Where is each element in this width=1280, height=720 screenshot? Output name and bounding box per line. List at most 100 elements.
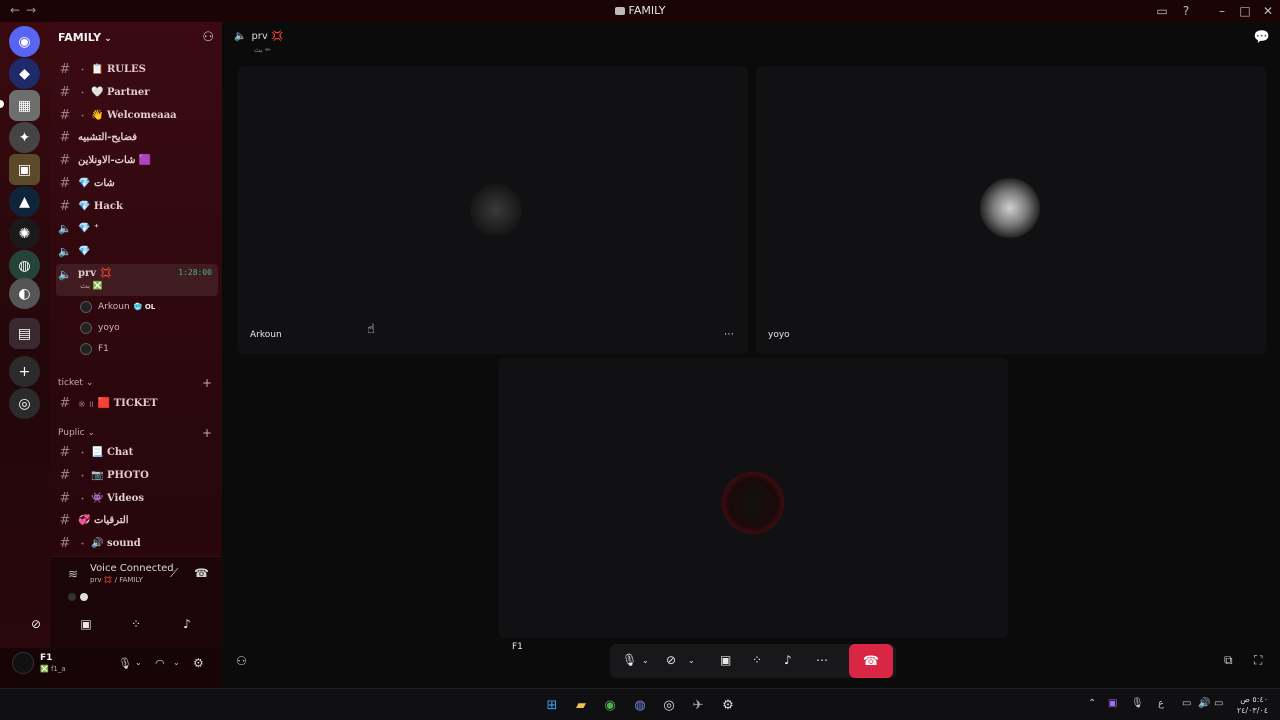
chrome-icon[interactable]: ◉ [601, 696, 619, 714]
chevron-down-icon[interactable]: ⌄ [135, 658, 142, 667]
active-voice-channel[interactable]: 🔈 prv 💢 1:28:00 بث ❎ [56, 264, 218, 296]
popout-icon[interactable]: ⧉ [1224, 653, 1233, 668]
channel-item[interactable]: # 💎 Hack [56, 196, 218, 216]
chat-icon[interactable]: 💬 [1254, 30, 1270, 45]
server-icon[interactable]: ✺ [9, 218, 40, 249]
channel-item[interactable]: # ※ ॥ 🟥 TICKET [56, 393, 218, 413]
add-member-icon[interactable]: ⚇ [202, 30, 214, 45]
guild-header[interactable]: FAMILY ⌄ [58, 31, 112, 44]
microphone-icon[interactable]: 🎙 [622, 653, 637, 667]
microphone-icon[interactable]: 🎙 [1131, 698, 1144, 709]
signal-icon[interactable]: ≋ [68, 567, 78, 581]
channel-item[interactable]: # ・ 🔊 sound [56, 533, 218, 553]
channel-item[interactable]: # شات-الاونلاين 🟪 [56, 150, 218, 170]
avatar[interactable] [12, 652, 34, 674]
channel-item[interactable]: # ・ 👾 Videos [56, 488, 218, 508]
server-active-pill [0, 100, 4, 108]
chevron-down-icon[interactable]: ⌄ [688, 656, 695, 665]
discord-icon[interactable]: ◍ [631, 696, 649, 714]
server-icon[interactable]: ▲ [9, 186, 40, 217]
soundboard-icon[interactable]: ♪ [179, 617, 195, 633]
camera-off-icon[interactable]: ⊘ [666, 653, 676, 667]
category-puplic[interactable]: Puplic ⌄ [58, 428, 95, 438]
server-icon[interactable]: ◍ [9, 250, 40, 281]
server-icon[interactable]: ▣ [9, 154, 40, 185]
noise-suppression-icon[interactable]: ⟋ [170, 566, 178, 581]
voice-status-subtitle[interactable]: prv 💢 / FAMILY [90, 576, 143, 584]
add-server-icon[interactable]: + [9, 356, 40, 387]
gear-icon[interactable]: ⚙ [193, 656, 204, 670]
disconnect-icon[interactable]: ☎ [194, 566, 209, 580]
channel-bullet: ・ [78, 471, 88, 482]
channel-bullet: ・ [78, 539, 88, 550]
activities-icon[interactable]: ⁘ [128, 617, 144, 633]
hash-icon: # [59, 467, 71, 483]
steam-icon[interactable]: ✈ [689, 696, 707, 714]
volume-icon[interactable]: 🔊 [1198, 698, 1210, 709]
avatar [68, 593, 76, 601]
add-channel-icon[interactable]: + [202, 376, 212, 390]
screen-share-icon[interactable]: ▣ [720, 653, 731, 667]
channel-item[interactable]: # 💞 الترقيات [56, 510, 218, 530]
speaker-icon: 🔈 [58, 268, 72, 281]
voice-member-yoyo[interactable]: yoyo [80, 319, 120, 337]
category-ticket[interactable]: ticket ⌄ [58, 378, 93, 388]
soundboard-icon[interactable]: ♪ [784, 653, 792, 667]
start-icon[interactable]: ⊞ [543, 696, 561, 714]
microphone-icon[interactable]: 🎙 [118, 657, 132, 670]
channel-item[interactable]: # ・ 🤍 Partner [56, 82, 218, 102]
video-tile-f1[interactable]: F1 [498, 358, 1008, 652]
activities-icon[interactable]: ⁘ [752, 653, 762, 667]
video-tile-arkoun[interactable]: Arkoun ⋯ [238, 66, 748, 354]
more-options-icon[interactable]: ⋯ [724, 329, 734, 340]
settings-icon[interactable]: ⚙ [719, 696, 737, 714]
channel-item[interactable]: # 💎 شات [56, 173, 218, 193]
server-icon[interactable]: ▦ [9, 90, 40, 121]
server-icon [614, 7, 625, 15]
tray-app-icon[interactable]: ▣ [1108, 698, 1117, 709]
language-icon[interactable]: ع [1158, 698, 1164, 709]
channel-item[interactable]: # ・ 📋 RULES [56, 59, 218, 79]
chevron-down-icon: ⌄ [85, 378, 94, 388]
call-topic[interactable]: بث ✏ [254, 46, 271, 54]
channel-item[interactable]: # ・ 👋 Welcomeaaa [56, 105, 218, 125]
maximize-icon[interactable]: □ [1237, 3, 1253, 19]
channel-label: 💞 الترقيات [78, 514, 129, 526]
chevron-down-icon[interactable]: ⌄ [642, 656, 649, 665]
channel-item[interactable]: # ・ 📃 Chat [56, 442, 218, 462]
fullscreen-icon[interactable]: ⛶ [1254, 653, 1262, 668]
app-icon[interactable]: ◎ [660, 696, 678, 714]
voice-member-arkoun[interactable]: Arkoun 🥶 OL [80, 298, 155, 316]
close-icon[interactable]: ✕ [1260, 3, 1276, 19]
invite-icon[interactable]: ⚇ [236, 654, 247, 668]
server-folder-icon[interactable]: ▤ [9, 318, 40, 349]
channel-item[interactable]: # فضايح-التشبيه [56, 127, 218, 147]
minimize-icon[interactable]: – [1214, 3, 1230, 19]
hash-icon: # [59, 61, 71, 77]
battery-icon[interactable]: ▭ [1214, 698, 1223, 709]
tray-chevron-icon[interactable]: ⌃ [1088, 698, 1096, 709]
add-channel-icon[interactable]: + [202, 426, 212, 440]
server-icon[interactable]: ◆ [9, 58, 40, 89]
leave-call-button[interactable]: ☎ [849, 644, 893, 678]
screen-share-icon[interactable]: ▣ [78, 617, 94, 633]
discord-home-icon[interactable]: ◉ [9, 26, 40, 57]
voice-channel-item[interactable]: 🔈 💎 [56, 241, 218, 261]
headphones-icon[interactable]: ◠ [155, 657, 165, 670]
speaker-icon: 🔈 [58, 244, 72, 258]
server-icon[interactable]: ✦ [9, 122, 40, 153]
clock[interactable]: ٥:٤٠ ص ٢٤/٠٣/٠٤ [1237, 694, 1268, 716]
network-icon[interactable]: ▭ [1182, 698, 1191, 709]
server-icon[interactable]: ◐ [9, 278, 40, 309]
chevron-down-icon[interactable]: ⌄ [173, 658, 180, 667]
file-explorer-icon[interactable]: ▰ [572, 696, 590, 714]
camera-off-icon[interactable]: ⊘ [28, 617, 44, 633]
voice-member-f1[interactable]: F1 [80, 340, 109, 358]
help-icon[interactable]: ? [1178, 3, 1194, 19]
video-tile-yoyo[interactable]: yoyo [756, 66, 1266, 354]
channel-item[interactable]: # ・ 📷 PHOTO [56, 465, 218, 485]
voice-channel-item[interactable]: 🔈 💎 ⁺ [56, 218, 218, 238]
inbox-icon[interactable]: ▭ [1154, 3, 1170, 19]
more-options-icon[interactable]: ⋯ [816, 653, 828, 667]
explore-icon[interactable]: ◎ [9, 388, 40, 419]
